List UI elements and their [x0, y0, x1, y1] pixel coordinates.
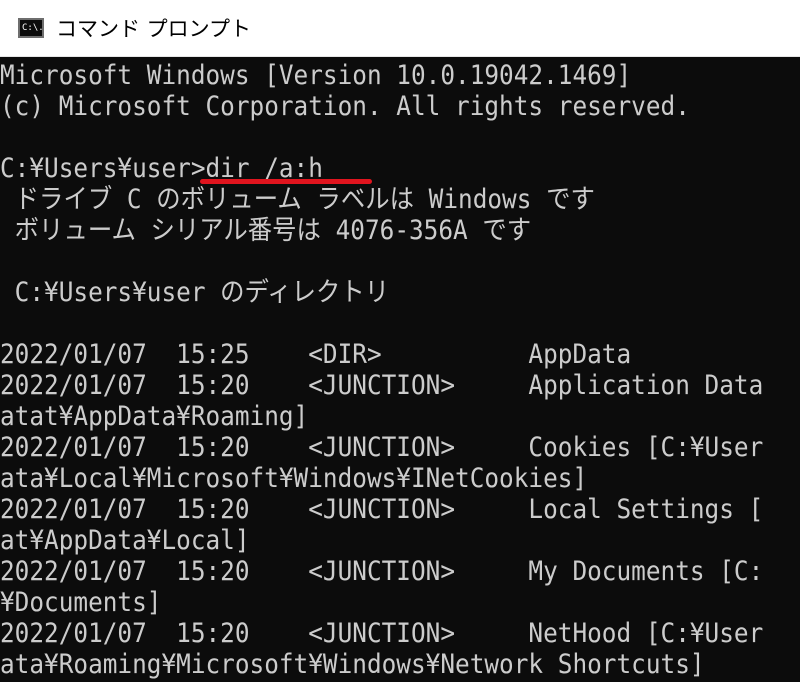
command-prompt-icon: C:\.: [18, 18, 44, 38]
command-highlight-underline: [200, 179, 372, 184]
console-line: ata¥Local¥Microsoft¥Windows¥INetCookies]: [0, 463, 588, 494]
window-title: コマンド プロンプト: [56, 17, 252, 41]
command-prompt-window: C:\. コマンド プロンプト Microsoft Windows [Versi…: [0, 0, 800, 682]
console-line: ドライブ C のボリューム ラベルは Windows です: [0, 184, 595, 215]
directory-entry: 2022/01/07 15:20 <JUNCTION> Cookies [C:¥…: [0, 432, 764, 463]
console-output[interactable]: Microsoft Windows [Version 10.0.19042.14…: [0, 60, 800, 682]
directory-entry: 2022/01/07 15:20 <JUNCTION> NetHood [C:¥…: [0, 618, 764, 649]
console-line: ¥Documents]: [0, 587, 162, 618]
console-line: C:¥Users¥user のディレクトリ: [0, 277, 390, 308]
directory-entry: 2022/01/07 15:20 <JUNCTION> Local Settin…: [0, 494, 764, 525]
directory-entry: 2022/01/07 15:20 <JUNCTION> Application …: [0, 370, 764, 401]
console-line: at¥AppData¥Local]: [0, 525, 250, 556]
console-line: (c) Microsoft Corporation. All rights re…: [0, 91, 690, 122]
console-line: ata¥Roaming¥Microsoft¥Windows¥Network Sh…: [0, 649, 705, 680]
console-line: atat¥AppData¥Roaming]: [0, 401, 309, 432]
console-line: ボリューム シリアル番号は 4076-356A です: [0, 215, 532, 246]
title-bar[interactable]: C:\. コマンド プロンプト: [0, 0, 800, 57]
console-line: Microsoft Windows [Version 10.0.19042.14…: [0, 60, 632, 91]
directory-entry: 2022/01/07 15:25 <DIR> AppData: [0, 339, 632, 370]
directory-entry: 2022/01/07 15:20 <JUNCTION> My Documents…: [0, 556, 764, 587]
